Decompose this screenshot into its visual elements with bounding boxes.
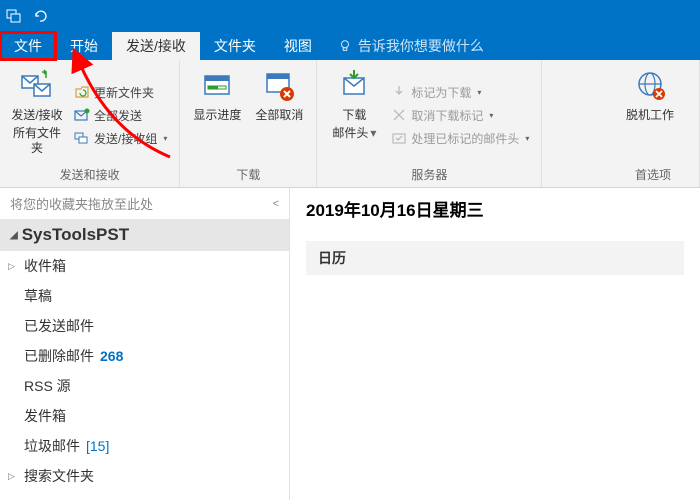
expand-triangle-icon: ▷ xyxy=(8,471,18,482)
send-receive-all-button[interactable]: 发送/接收 所有文件夹 xyxy=(8,66,66,164)
ribbon-group-label: 首选项 xyxy=(550,164,691,185)
ribbon-group-server: 下载 邮件头▾ 标记为下载▾ 取消下载标记▾ 处理已标记的邮件头▾ 服务器 xyxy=(317,60,542,187)
send-receive-all-label-l2: 所有文件夹 xyxy=(8,126,66,155)
download-headers-icon xyxy=(336,68,372,104)
folder-deleted[interactable]: 已删除邮件 268 xyxy=(0,341,289,371)
cancel-all-icon xyxy=(261,68,297,104)
folder-search[interactable]: ▷搜索文件夹 xyxy=(0,461,289,491)
send-receive-icon xyxy=(19,68,55,104)
ribbon: 发送/接收 所有文件夹 更新文件夹 全部发送 发送/接收组▾ 发送和接收 xyxy=(0,60,700,188)
send-all-button[interactable]: 全部发送 xyxy=(70,105,171,126)
process-marked-button: 处理已标记的邮件头▾ xyxy=(387,128,533,149)
tab-home[interactable]: 开始 xyxy=(56,32,112,60)
ribbon-tabs: 文件 开始 发送/接收 文件夹 视图 告诉我你想要做什么 xyxy=(0,32,700,60)
content-area: 将您的收藏夹拖放至此处 < ◢ SysToolsPST ▷收件箱 草稿 已发送邮… xyxy=(0,188,700,500)
unmark-download-icon xyxy=(391,107,407,123)
mark-download-icon xyxy=(391,84,407,100)
folder-drafts[interactable]: 草稿 xyxy=(0,281,289,311)
process-marked-icon xyxy=(391,130,407,146)
send-receive-all-label-l1: 发送/接收 xyxy=(11,108,62,122)
title-bar xyxy=(0,0,700,32)
chevron-down-icon: ▾ xyxy=(163,134,167,143)
folder-outbox[interactable]: 发件箱 xyxy=(0,401,289,431)
lightbulb-icon xyxy=(338,39,352,53)
favorites-drop-hint[interactable]: 将您的收藏夹拖放至此处 < xyxy=(0,188,289,219)
collapse-triangle-icon: ◢ xyxy=(10,230,18,241)
ribbon-group-preferences: 脱机工作 首选项 xyxy=(542,60,700,187)
update-folder-icon xyxy=(74,84,90,100)
expand-triangle-icon: ▷ xyxy=(8,261,18,272)
tab-send-receive[interactable]: 发送/接收 xyxy=(112,32,200,60)
tab-folder[interactable]: 文件夹 xyxy=(200,32,270,60)
app-window-icon[interactable] xyxy=(6,8,22,24)
junk-count: [15] xyxy=(86,438,109,454)
collapse-icon[interactable]: < xyxy=(273,198,279,210)
send-receive-groups-button[interactable]: 发送/接收组▾ xyxy=(70,128,171,149)
ribbon-group-send-receive: 发送/接收 所有文件夹 更新文件夹 全部发送 发送/接收组▾ 发送和接收 xyxy=(0,60,180,187)
chevron-down-icon: ▾ xyxy=(489,111,493,120)
work-offline-icon xyxy=(632,68,668,104)
chevron-down-icon: ▾ xyxy=(477,88,481,97)
tab-view[interactable]: 视图 xyxy=(270,32,326,60)
update-folder-button[interactable]: 更新文件夹 xyxy=(70,82,171,103)
download-headers-button[interactable]: 下载 邮件头▾ xyxy=(325,66,383,164)
unmark-download-button: 取消下载标记▾ xyxy=(387,105,533,126)
ribbon-group-label: 下载 xyxy=(188,164,308,185)
folder-inbox[interactable]: ▷收件箱 xyxy=(0,251,289,281)
tab-file[interactable]: 文件 xyxy=(0,32,56,60)
ribbon-group-label: 发送和接收 xyxy=(8,164,171,185)
folder-sent[interactable]: 已发送邮件 xyxy=(0,311,289,341)
chevron-down-icon: ▾ xyxy=(370,126,376,140)
tell-me-search[interactable]: 告诉我你想要做什么 xyxy=(326,32,496,60)
send-receive-groups-icon xyxy=(74,130,90,146)
send-all-icon xyxy=(74,107,90,123)
date-heading: 2019年10月16日星期三 xyxy=(306,196,684,221)
folder-rss[interactable]: RSS 源 xyxy=(0,371,289,401)
calendar-heading: 日历 xyxy=(306,241,684,275)
mark-download-button: 标记为下载▾ xyxy=(387,82,533,103)
cancel-all-button[interactable]: 全部取消 xyxy=(250,66,308,164)
ribbon-group-label: 服务器 xyxy=(325,164,533,185)
show-progress-button[interactable]: 显示进度 xyxy=(188,66,246,164)
undo-icon[interactable] xyxy=(32,8,48,24)
folder-nav: 将您的收藏夹拖放至此处 < ◢ SysToolsPST ▷收件箱 草稿 已发送邮… xyxy=(0,188,290,500)
ribbon-group-download: 显示进度 全部取消 下载 xyxy=(180,60,317,187)
tell-me-label: 告诉我你想要做什么 xyxy=(358,36,484,56)
account-header[interactable]: ◢ SysToolsPST xyxy=(0,219,289,251)
main-pane: 2019年10月16日星期三 日历 xyxy=(290,188,700,500)
chevron-down-icon: ▾ xyxy=(525,134,529,143)
progress-icon xyxy=(199,68,235,104)
work-offline-button[interactable]: 脱机工作 xyxy=(621,66,679,164)
deleted-count: 268 xyxy=(100,348,123,364)
folder-junk[interactable]: 垃圾邮件 [15] xyxy=(0,431,289,461)
